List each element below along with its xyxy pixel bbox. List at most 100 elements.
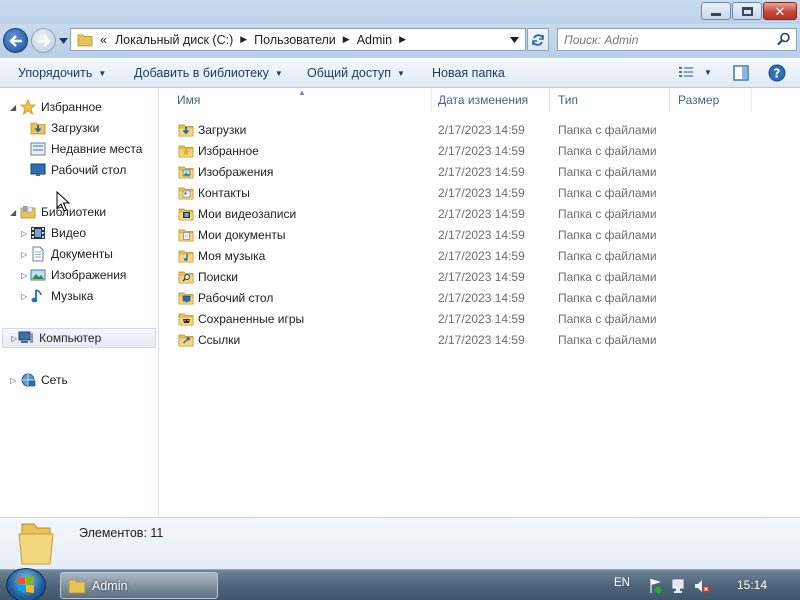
view-list-icon	[679, 67, 693, 77]
organize-button[interactable]: Упорядочить ▼	[18, 66, 106, 80]
file-row[interactable]: Ссылки 2/17/2023 14:59 Папка с файлами	[160, 329, 800, 350]
nav-downloads-label: Загрузки	[51, 121, 100, 135]
command-bar: Упорядочить ▼ Добавить в библиотеку ▼ Общи…	[0, 58, 800, 88]
file-name-cell[interactable]: Мои документы	[178, 224, 285, 245]
file-name-cell[interactable]: Контакты	[178, 182, 250, 203]
network-status-icon[interactable]	[671, 578, 687, 594]
address-dropdown-icon[interactable]	[510, 37, 519, 43]
column-header-date[interactable]: Дата изменения	[430, 88, 550, 112]
contacts-folder-icon	[178, 187, 194, 199]
file-name-cell[interactable]: Моя музыка	[178, 245, 265, 266]
search-input[interactable]	[564, 30, 774, 49]
file-name-cell[interactable]: Поиски	[178, 266, 238, 287]
breadcrumb-users[interactable]: Пользователи	[254, 33, 336, 47]
file-name-cell[interactable]: Загрузки	[178, 119, 246, 140]
file-row[interactable]: Избранное 2/17/2023 14:59 Папка с файлами	[160, 140, 800, 161]
start-button[interactable]	[6, 568, 46, 600]
nav-desktop[interactable]: Рабочий стол	[30, 160, 126, 180]
music-library-icon	[31, 289, 42, 303]
share-button[interactable]: Общий доступ ▼	[307, 66, 405, 80]
minimize-button[interactable]	[701, 2, 731, 20]
column-header-size[interactable]: Размер	[670, 88, 752, 112]
file-row[interactable]: Сохраненные игры 2/17/2023 14:59 Папка с ф…	[160, 308, 800, 329]
taskbar: Admin EN 15:14	[0, 568, 800, 600]
file-type: Папка с файлами	[558, 248, 657, 263]
file-row[interactable]: Моя музыка 2/17/2023 14:59 Папка с файлами	[160, 245, 800, 266]
collapsed-arrow-icon[interactable]: ▷	[21, 271, 27, 280]
file-row[interactable]: Поиски 2/17/2023 14:59 Папка с файлами	[160, 266, 800, 287]
view-options-button[interactable]: ▼	[678, 65, 712, 79]
file-row[interactable]: Контакты 2/17/2023 14:59 Папка с файлами	[160, 182, 800, 203]
action-center-icon[interactable]	[648, 578, 664, 594]
collapsed-arrow-icon[interactable]: ▷	[21, 292, 27, 301]
address-overflow[interactable]: «	[100, 33, 107, 47]
nav-pictures[interactable]: Изображения	[30, 265, 126, 285]
column-size-label: Размер	[678, 93, 720, 107]
expand-arrow-icon[interactable]: ◢	[10, 208, 16, 217]
collapsed-arrow-icon[interactable]: ▷	[21, 250, 27, 259]
refresh-button[interactable]	[527, 28, 549, 51]
close-button[interactable]: ✕	[763, 2, 797, 20]
add-to-library-button[interactable]: Добавить в библиотеку ▼	[134, 66, 283, 80]
collapsed-arrow-icon[interactable]: ▷	[11, 334, 17, 343]
libraries-icon	[20, 206, 36, 219]
file-name-cell[interactable]: Ссылки	[178, 329, 240, 350]
file-row[interactable]: Мои видеозаписи 2/17/2023 14:59 Папка с фа…	[160, 203, 800, 224]
documents-library-icon	[32, 246, 44, 262]
saved-games-folder-icon	[178, 313, 194, 325]
nav-downloads[interactable]: Загрузки	[30, 118, 99, 138]
search-box[interactable]	[557, 28, 797, 51]
search-icon[interactable]	[777, 32, 791, 46]
taskbar-item-admin[interactable]: Admin	[60, 572, 218, 599]
nav-videos[interactable]: Видео	[30, 223, 86, 243]
file-name: Рабочий стол	[198, 290, 274, 305]
file-name-cell[interactable]: Сохраненные игры	[178, 308, 304, 329]
file-name-cell[interactable]: Изображения	[178, 161, 273, 182]
file-row[interactable]: Мои документы 2/17/2023 14:59 Папка с файл…	[160, 224, 800, 245]
recent-pages-button[interactable]	[58, 36, 68, 46]
new-folder-button[interactable]: Новая папка	[432, 66, 505, 80]
details-pane: Элементов: 11	[0, 517, 800, 569]
file-type: Папка с файлами	[558, 227, 657, 242]
nav-music[interactable]: Музыка	[30, 286, 93, 306]
collapsed-arrow-icon[interactable]: ▷	[10, 376, 16, 385]
file-name-cell[interactable]: Избранное	[178, 140, 259, 161]
nav-documents[interactable]: Документы	[30, 244, 113, 264]
address-bar[interactable]: « Локальный диск (C:) ▶ Пользователи ▶ A…	[70, 28, 526, 51]
file-name-cell[interactable]: Рабочий стол	[178, 287, 273, 308]
forward-arrow-icon	[37, 34, 51, 47]
file-row[interactable]: Изображения 2/17/2023 14:59 Папка с файлам…	[160, 161, 800, 182]
breadcrumb-admin[interactable]: Admin	[357, 33, 392, 47]
file-row[interactable]: Рабочий стол 2/17/2023 14:59 Папка с файла…	[160, 287, 800, 308]
help-button[interactable]: ?	[768, 64, 786, 82]
windows-logo-icon	[18, 576, 34, 593]
forward-button[interactable]	[31, 28, 56, 53]
nav-computer[interactable]: ▷ Компьютер	[2, 328, 156, 348]
file-date: 2/17/2023 14:59	[438, 143, 525, 158]
nav-network[interactable]: Сеть	[20, 370, 68, 390]
nav-favorites[interactable]: Избранное	[20, 97, 102, 117]
maximize-button[interactable]	[732, 2, 762, 20]
collapsed-arrow-icon[interactable]: ▷	[21, 229, 27, 238]
navigation-pane: ◢ Избранное Загрузки Недавние места Рабо…	[0, 88, 159, 517]
clock[interactable]: 15:14	[737, 578, 767, 592]
title-bar: ✕	[0, 0, 800, 24]
language-indicator[interactable]: EN	[614, 577, 630, 589]
nav-recent-places[interactable]: Недавние места	[30, 139, 142, 159]
folder-icon	[68, 579, 86, 593]
file-row[interactable]: Загрузки 2/17/2023 14:59 Папка с файлами	[160, 119, 800, 140]
folder-icon	[77, 34, 93, 46]
breadcrumb-separator-icon[interactable]: ▶	[399, 34, 406, 45]
pictures-library-icon	[30, 269, 46, 281]
breadcrumb-local-disk[interactable]: Локальный диск (C:)	[115, 33, 233, 47]
preview-pane-button[interactable]	[733, 65, 749, 81]
column-header-type[interactable]: Тип	[550, 88, 670, 112]
expand-arrow-icon[interactable]: ◢	[10, 103, 16, 112]
volume-muted-icon[interactable]	[694, 578, 710, 594]
documents-folder-icon	[178, 229, 194, 241]
breadcrumb-separator-icon[interactable]: ▶	[343, 34, 350, 45]
back-arrow-icon	[8, 34, 22, 47]
breadcrumb-separator-icon[interactable]: ▶	[240, 34, 247, 45]
back-button[interactable]	[3, 28, 28, 53]
file-name-cell[interactable]: Мои видеозаписи	[178, 203, 296, 224]
